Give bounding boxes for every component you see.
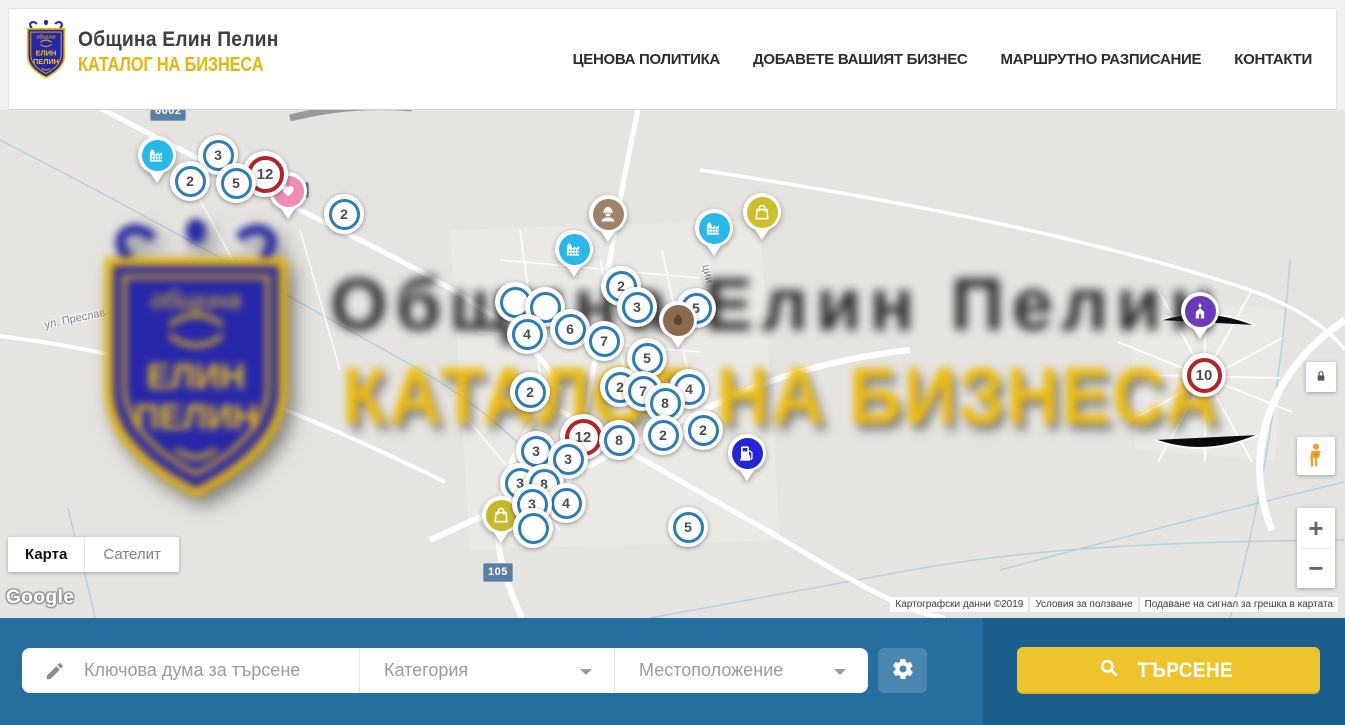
cluster-marker[interactable]: 3 xyxy=(617,287,657,327)
cluster-marker[interactable]: 7 xyxy=(584,321,624,361)
cluster-marker[interactable] xyxy=(513,508,553,548)
bag-pin[interactable] xyxy=(743,193,781,240)
google-logo[interactable]: Google xyxy=(6,587,74,609)
chevron-down-icon xyxy=(580,669,592,675)
zoom-control: + − xyxy=(1297,508,1335,588)
nav-pricing-policy[interactable]: ЦЕНОВА ПОЛИТИКА xyxy=(573,51,720,68)
flame-pin[interactable] xyxy=(659,301,697,348)
road-number-badge: 105 xyxy=(483,563,513,582)
cluster-marker[interactable]: 5 xyxy=(216,163,256,203)
cluster-marker[interactable]: 4 xyxy=(507,314,547,354)
zoom-in-button[interactable]: + xyxy=(1297,508,1335,548)
header: община ЕЛИН ПЕЛИН Община Елин Пелин КАТА… xyxy=(0,0,1345,110)
lock-button[interactable] xyxy=(1306,362,1336,392)
keyword-input[interactable] xyxy=(84,660,334,681)
worker-pin[interactable] xyxy=(589,195,627,242)
nav-route-schedule[interactable]: МАРШРУТНО РАЗПИСАНИЕ xyxy=(1000,51,1201,68)
map-type-satellite-button[interactable]: Сателит xyxy=(84,537,179,572)
svg-text:ПЕЛИН: ПЕЛИН xyxy=(33,57,59,66)
category-placeholder: Категория xyxy=(384,660,468,681)
site-title: Община Елин Пелин xyxy=(78,28,286,52)
search-button-label: ТЪРСЕНЕ xyxy=(1138,659,1234,683)
svg-text:ЕЛИН: ЕЛИН xyxy=(36,49,57,58)
advanced-settings-button[interactable] xyxy=(878,648,927,693)
street-view-pegman-button[interactable] xyxy=(1297,437,1335,475)
road-number-badge: 6002 xyxy=(150,110,186,121)
map-canvas[interactable]: 32512223546752274812822333834510 община … xyxy=(0,110,1345,618)
brand[interactable]: община ЕЛИН ПЕЛИН Община Елин Пелин КАТА… xyxy=(23,19,304,86)
location-dropdown[interactable]: Местоположение xyxy=(615,648,868,693)
pencil-icon xyxy=(44,660,66,682)
factory-pin[interactable] xyxy=(555,230,593,277)
keyword-field[interactable] xyxy=(22,648,360,693)
chevron-down-icon xyxy=(834,669,846,675)
page: община ЕЛИН ПЕЛИН Община Елин Пелин КАТА… xyxy=(0,0,1345,725)
header-card: община ЕЛИН ПЕЛИН Община Елин Пелин КАТА… xyxy=(8,8,1337,110)
fuel-pin[interactable] xyxy=(728,434,766,481)
municipality-crest-logo: община ЕЛИН ПЕЛИН xyxy=(23,19,69,86)
attribution-copyright: Картографски данни ©2019 xyxy=(890,597,1028,612)
padlock-icon xyxy=(1313,368,1329,387)
map-attribution: Картографски данни ©2019 Условия за полз… xyxy=(890,597,1338,612)
cluster-marker[interactable]: 2 xyxy=(643,415,683,455)
map-type-control: Карта Сателит xyxy=(8,537,179,572)
search-icon xyxy=(1098,657,1120,685)
search-button-panel: ТЪРСЕНЕ xyxy=(983,618,1345,725)
cluster-marker[interactable]: 2 xyxy=(170,161,210,201)
cluster-marker[interactable]: 5 xyxy=(668,507,708,547)
cluster-marker[interactable]: 4 xyxy=(546,483,586,523)
church-pin[interactable] xyxy=(1181,292,1219,339)
pegman-icon xyxy=(1305,442,1327,471)
cluster-marker[interactable]: 2 xyxy=(324,194,364,234)
search-fields: Категория Местоположение xyxy=(22,648,868,693)
search-bar: ТЪРСЕНЕ Категория Местоположение xyxy=(0,618,1345,725)
nav-contacts[interactable]: КОНТАКТИ xyxy=(1234,51,1312,68)
cluster-marker[interactable]: 2 xyxy=(683,410,723,450)
terms-of-use-link[interactable]: Условия за ползване xyxy=(1030,597,1137,612)
search-button[interactable]: ТЪРСЕНЕ xyxy=(1017,647,1320,694)
site-subtitle: КАТАЛОГ НА БИЗНЕСА xyxy=(78,54,263,77)
main-nav: ЦЕНОВА ПОЛИТИКА ДОБАВЕТЕ ВАШИЯТ БИЗНЕС М… xyxy=(573,9,1312,109)
map-type-map-button[interactable]: Карта xyxy=(8,546,84,563)
zoom-out-button[interactable]: − xyxy=(1297,549,1335,589)
cluster-marker[interactable]: 10 xyxy=(1182,353,1226,397)
cluster-marker[interactable]: 8 xyxy=(599,420,639,460)
factory-pin[interactable] xyxy=(695,209,733,256)
location-placeholder: Местоположение xyxy=(639,660,783,681)
category-dropdown[interactable]: Категория xyxy=(360,648,615,693)
report-map-error-link[interactable]: Подаване на сигнал за грешка в картата xyxy=(1140,597,1338,612)
gear-icon xyxy=(891,657,915,684)
cluster-marker[interactable]: 2 xyxy=(510,372,550,412)
nav-add-your-business[interactable]: ДОБАВЕТЕ ВАШИЯТ БИЗНЕС xyxy=(753,51,967,68)
